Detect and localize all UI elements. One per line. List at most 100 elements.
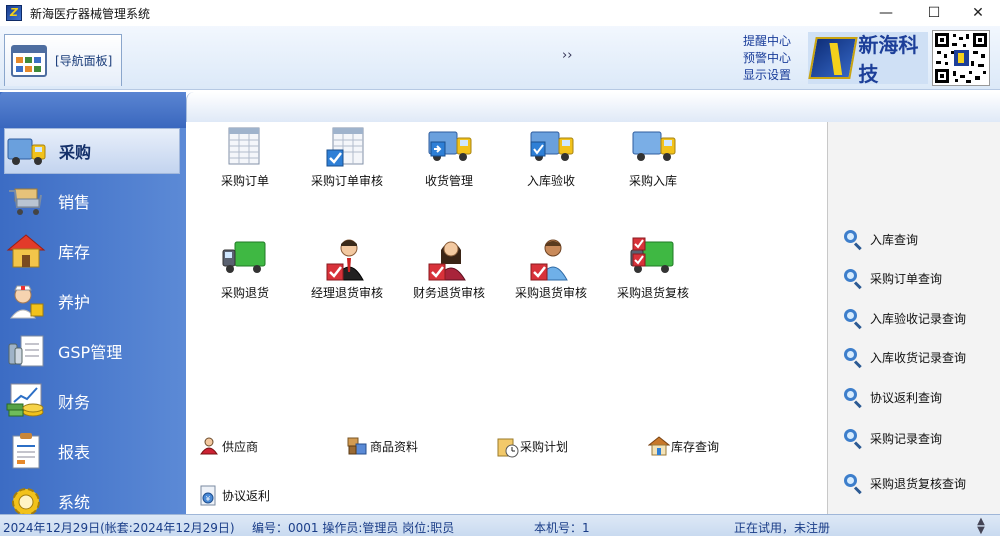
query-link-inbound[interactable]: 入库查询	[844, 227, 918, 251]
minimize-button[interactable]: —	[864, 0, 908, 26]
query-link-label: 入库收货记录查询	[870, 350, 967, 365]
query-link-return-recheck[interactable]: 采购退货复核查询	[844, 471, 966, 495]
tile-purchase-return-review[interactable]: 采购退货审核	[501, 236, 601, 301]
tile-label: 采购订单审核	[310, 174, 383, 188]
tile-order-review[interactable]: 采购订单审核	[297, 124, 397, 189]
nav-panel-label: [导航面板]	[55, 54, 113, 68]
tile-finance-return-review[interactable]: 财务退货审核	[399, 236, 499, 301]
purchase-return-review-icon	[527, 236, 575, 282]
status-date: 2024年12月29日(帐套:2024年12月29日)	[3, 521, 235, 535]
tile-label: 财务退货审核	[412, 286, 485, 300]
sidebar-item-system[interactable]: 系统	[4, 478, 180, 514]
window-title: 新海医疗器械管理系统	[30, 6, 151, 21]
magnifier-icon	[844, 309, 862, 330]
sidebar-item-gsp[interactable]: GSP管理	[4, 328, 180, 374]
sidebar-item-label: 财务	[58, 393, 91, 412]
return-recheck-truck-icon	[629, 236, 677, 282]
tile-inbound-inspection[interactable]: 入库验收	[501, 124, 601, 189]
maximize-button[interactable]: ☐	[912, 0, 956, 26]
sidebar-item-label: 报表	[58, 443, 91, 462]
purchase-order-icon	[221, 124, 269, 170]
query-link-purchase-order[interactable]: 采购订单查询	[844, 266, 942, 290]
tile-return-recheck[interactable]: 采购退货复核	[603, 236, 703, 301]
status-bar: 2024年12月29日(帐套:2024年12月29日) 编号：0001 操作员:…	[0, 514, 1000, 536]
magnifier-icon	[844, 269, 862, 290]
qr-code-icon	[932, 30, 990, 86]
query-link-inspection-record[interactable]: 入库验收记录查询	[844, 306, 966, 330]
inbound-inspection-truck-icon	[527, 124, 575, 170]
finance-review-icon	[425, 236, 473, 282]
quick-link-product-info[interactable]: 商品资料	[347, 433, 418, 459]
tile-purchase-order[interactable]: 采购订单	[195, 124, 295, 189]
quick-link-inventory-query[interactable]: 库存查询	[647, 433, 720, 459]
document-bottles-icon	[4, 331, 48, 371]
sidebar-item-reports[interactable]: 报表	[4, 428, 180, 474]
purchase-plan-icon	[497, 436, 519, 458]
reminder-center-link[interactable]: 提醒中心	[743, 33, 791, 49]
tile-label: 经理退货审核	[310, 286, 383, 300]
finance-coins-icon	[4, 381, 48, 421]
header-links: 提醒中心 预警中心 显示设置	[743, 33, 791, 83]
status-license: 正在试用，未注册	[734, 521, 831, 535]
tile-label: 采购退货审核	[514, 286, 587, 300]
content-header	[186, 92, 1000, 122]
alert-center-link[interactable]: 预警中心	[743, 50, 791, 66]
query-link-label: 协议返利查询	[870, 390, 943, 405]
gear-icon	[4, 481, 48, 514]
supplier-icon	[199, 436, 219, 456]
magnifier-icon	[844, 348, 862, 369]
magnifier-icon	[844, 230, 862, 251]
inventory-house-icon	[647, 436, 671, 456]
sidebar-item-label: 系统	[58, 493, 91, 512]
sidebar-header	[0, 92, 186, 128]
shopping-cart-icon	[4, 181, 48, 221]
status-operator: 编号：0001 操作员:管理员 岗位:职员	[252, 521, 455, 535]
warehouse-house-icon	[4, 231, 48, 271]
sidebar-item-sales[interactable]: 销售	[4, 178, 180, 224]
display-settings-link[interactable]: 显示设置	[743, 67, 791, 83]
expand-chevron-icon[interactable]: ››	[562, 48, 572, 63]
sidebar-item-label: 养护	[58, 293, 91, 312]
quick-link-supplier[interactable]: 供应商	[199, 433, 258, 459]
tile-label: 采购入库	[628, 174, 677, 188]
brand-banner: 新海科技	[808, 32, 928, 86]
quick-link-label: 协议返利	[222, 488, 271, 503]
quick-link-purchase-plan[interactable]: 采购计划	[497, 433, 568, 459]
close-button[interactable]: ✕	[956, 0, 1000, 26]
sidebar-item-purchase[interactable]: 采购	[4, 128, 180, 174]
sidebar-item-inventory[interactable]: 库存	[4, 228, 180, 274]
receiving-truck-icon	[425, 124, 473, 170]
query-panel: 入库查询 采购订单查询 入库验收记录查询 入库收货记录查询 协议返利查询 采购记…	[827, 122, 1000, 514]
query-link-rebate[interactable]: 协议返利查询	[844, 385, 942, 409]
rebate-icon: ¥	[199, 485, 219, 506]
query-link-label: 入库查询	[870, 232, 919, 247]
quick-link-rebate[interactable]: ¥ 协议返利	[199, 482, 270, 508]
sidebar-item-label: 采购	[59, 143, 92, 162]
quick-link-label: 库存查询	[671, 439, 720, 454]
tile-purchase-inbound[interactable]: 采购入库	[603, 124, 703, 189]
svg-text:¥: ¥	[206, 495, 211, 503]
brand-logo-icon	[808, 37, 859, 79]
query-link-label: 采购订单查询	[870, 271, 943, 286]
sidebar-item-finance[interactable]: 财务	[4, 378, 180, 424]
status-machine: 本机号：1	[534, 521, 590, 535]
tile-purchase-return[interactable]: 采购退货	[195, 236, 295, 301]
query-link-label: 采购记录查询	[870, 431, 943, 446]
query-link-receiving-record[interactable]: 入库收货记录查询	[844, 345, 966, 369]
nav-panel-button[interactable]: [导航面板]	[4, 34, 122, 86]
magnifier-icon	[844, 429, 862, 450]
product-info-icon	[347, 436, 367, 456]
app-logo-icon: Z	[6, 5, 22, 21]
query-link-purchase-record[interactable]: 采购记录查询	[844, 426, 942, 450]
magnifier-icon	[844, 388, 862, 409]
sidebar-item-label: GSP管理	[58, 343, 123, 362]
header-band: [导航面板] ›› 提醒中心 预警中心 显示设置 新海科技	[0, 26, 1000, 90]
resize-grip-icon[interactable]: ▲ ▼	[972, 517, 990, 536]
sidebar-item-maintenance[interactable]: 养护	[4, 278, 180, 324]
tile-manager-return-review[interactable]: 经理退货审核	[297, 236, 397, 301]
tile-label: 收货管理	[424, 174, 473, 188]
purchase-inbound-truck-icon	[629, 124, 677, 170]
tile-receiving[interactable]: 收货管理	[399, 124, 499, 189]
grid-panel-icon	[11, 44, 47, 77]
nurse-icon	[4, 281, 48, 321]
